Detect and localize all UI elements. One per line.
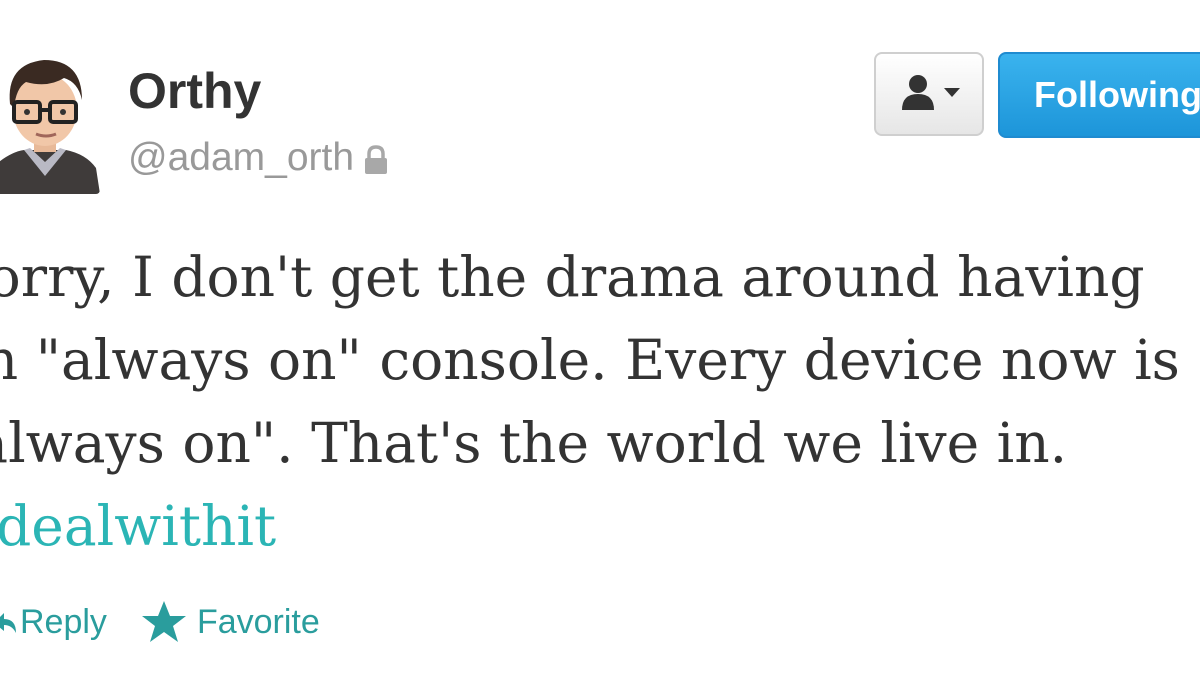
tweet-text-line: Sorry, I don't get the drama around havi… (0, 245, 1145, 309)
reply-label[interactable]: Reply (20, 603, 107, 642)
avatar[interactable] (0, 48, 100, 194)
tweet-card: Orthy @adam_orth Following Sorry, I don'… (0, 0, 1200, 675)
user-actions-dropdown-button[interactable] (874, 52, 984, 136)
star-icon (141, 600, 187, 644)
chevron-down-icon (944, 85, 960, 103)
tweet-text-line: an "always on" console. Every device now… (0, 328, 1180, 392)
reply-icon (0, 607, 18, 637)
tweet-text: Sorry, I don't get the drama around havi… (0, 236, 1200, 568)
following-button[interactable]: Following (998, 52, 1200, 138)
favorite-button[interactable]: Favorite (141, 600, 320, 644)
tweet-actions: Reply Favorite (0, 600, 320, 644)
avatar-illustration (0, 48, 100, 194)
tweet-text-line: "always on". That's the world we live in… (0, 411, 1068, 475)
favorite-label[interactable]: Favorite (197, 603, 320, 642)
person-icon (898, 72, 938, 117)
reply-button[interactable]: Reply (0, 603, 107, 642)
hashtag-link[interactable]: #dealwithit (0, 485, 1200, 568)
lock-icon (364, 143, 388, 174)
display-name[interactable]: Orthy (128, 66, 261, 116)
screen-name[interactable]: @adam_orth (128, 138, 388, 177)
screen-name-text[interactable]: @adam_orth (128, 138, 354, 177)
